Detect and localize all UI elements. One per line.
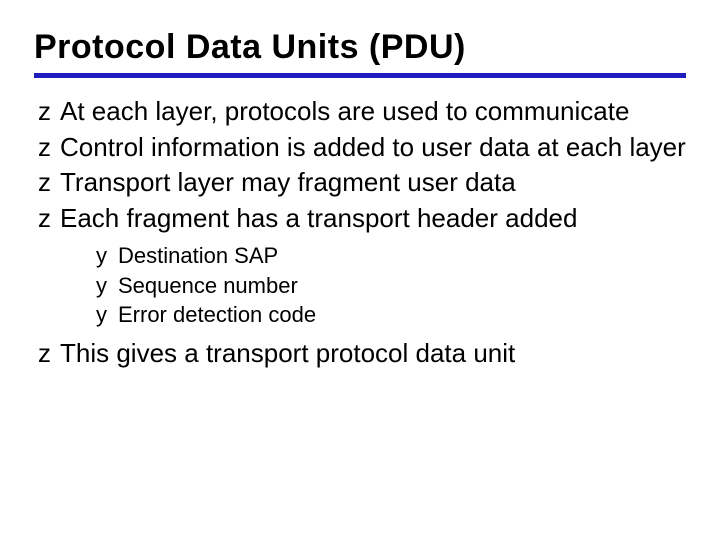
list-item-text: Error detection code bbox=[118, 302, 316, 327]
list-item-text: Destination SAP bbox=[118, 243, 278, 268]
bullet-icon: z bbox=[38, 203, 60, 235]
bullet-icon: y bbox=[96, 271, 118, 301]
list-item: zTransport layer may fragment user data bbox=[38, 167, 686, 199]
list-item: zAt each layer, protocols are used to co… bbox=[38, 96, 686, 128]
list-item-text: At each layer, protocols are used to com… bbox=[60, 96, 629, 126]
list-item: yDestination SAP bbox=[96, 241, 686, 271]
list-item: yError detection code bbox=[96, 300, 686, 330]
list-item-text: Transport layer may fragment user data bbox=[60, 167, 516, 197]
bullet-icon: z bbox=[38, 132, 60, 164]
list-item: zThis gives a transport protocol data un… bbox=[38, 338, 686, 370]
list-item: zControl information is added to user da… bbox=[38, 132, 686, 164]
bullet-icon: y bbox=[96, 300, 118, 330]
list-item: zEach fragment has a transport header ad… bbox=[38, 203, 686, 330]
bullet-icon: z bbox=[38, 96, 60, 128]
list-item-text: Sequence number bbox=[118, 273, 298, 298]
bullet-list: zAt each layer, protocols are used to co… bbox=[34, 96, 686, 370]
bullet-icon: z bbox=[38, 167, 60, 199]
list-item-text: This gives a transport protocol data uni… bbox=[60, 338, 515, 368]
bullet-icon: y bbox=[96, 241, 118, 271]
bullet-icon: z bbox=[38, 338, 60, 370]
sub-bullet-list: yDestination SAP ySequence number yError… bbox=[64, 241, 686, 330]
list-item-text: Each fragment has a transport header add… bbox=[60, 203, 577, 233]
list-item-text: Control information is added to user dat… bbox=[60, 132, 686, 162]
slide: Protocol Data Units (PDU) zAt each layer… bbox=[0, 0, 720, 540]
list-item: ySequence number bbox=[96, 271, 686, 301]
slide-title: Protocol Data Units (PDU) bbox=[34, 28, 686, 78]
